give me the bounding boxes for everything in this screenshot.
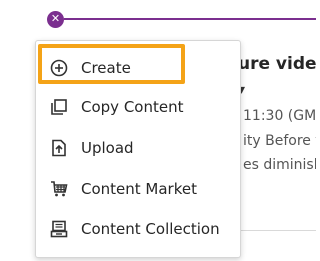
menu-item-label: Copy Content — [81, 98, 184, 116]
close-icon[interactable]: ✕ — [47, 11, 64, 28]
menu-item-label: Upload — [81, 139, 134, 157]
menu-item-copy-content[interactable]: Copy Content — [36, 87, 240, 127]
upload-icon — [49, 138, 69, 158]
create-menu: Create Copy Content Upload Content Marke… — [35, 40, 241, 258]
content-description-line2: es diminish — [243, 157, 316, 173]
collection-icon — [49, 219, 69, 239]
copy-icon — [49, 97, 69, 117]
menu-item-create[interactable]: Create — [36, 48, 240, 88]
menu-item-label: Create — [81, 59, 131, 77]
content-description-line1: ity Before t — [243, 133, 316, 149]
page: ✕ ure video ▾ 11:30 (GMT ity Before t es… — [0, 0, 316, 261]
plus-circle-icon — [49, 58, 69, 78]
timeline-line — [64, 18, 316, 20]
content-title-fragment: ure video — [238, 54, 316, 74]
menu-item-label: Content Market — [81, 180, 197, 198]
cart-icon — [49, 179, 69, 199]
menu-item-upload[interactable]: Upload — [36, 128, 240, 168]
menu-item-content-market[interactable]: Content Market — [36, 169, 240, 209]
menu-item-label: Content Collection — [81, 220, 220, 238]
divider — [240, 230, 316, 231]
menu-item-content-collection[interactable]: Content Collection — [36, 209, 240, 249]
content-time-fragment: 11:30 (GMT — [243, 108, 316, 124]
